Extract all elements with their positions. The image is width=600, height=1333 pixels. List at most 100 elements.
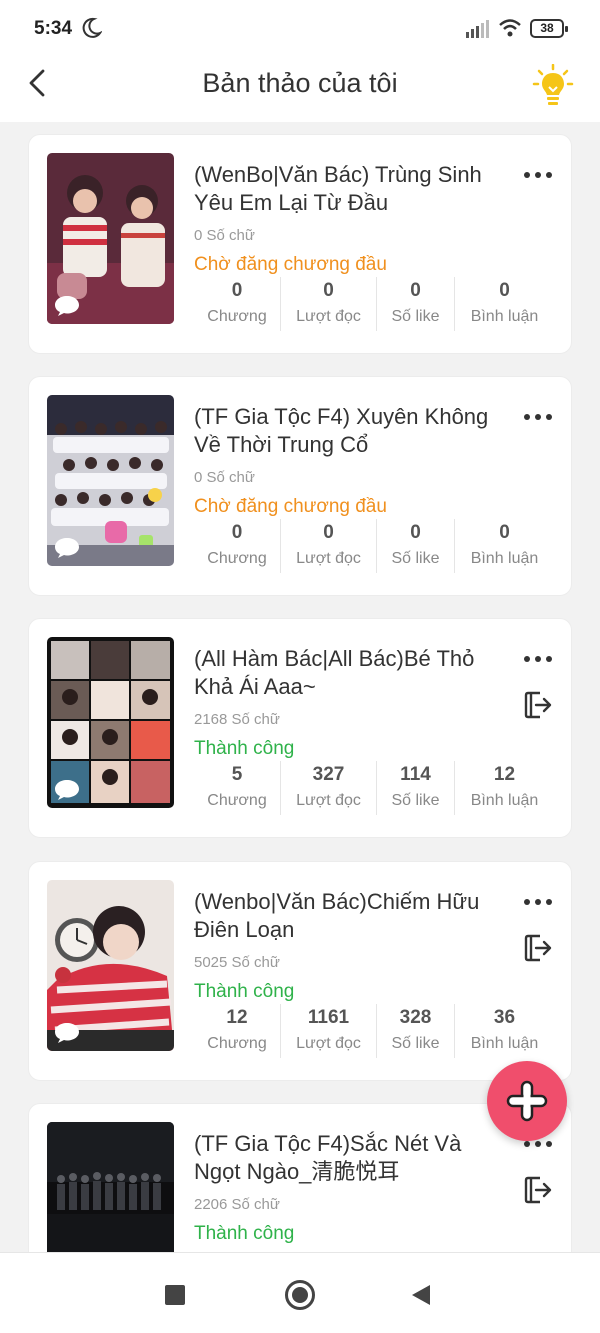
stat-reads-value: 0 xyxy=(323,522,334,543)
stat-likes: 114 Số like xyxy=(376,761,454,815)
stat-chapters-value: 0 xyxy=(231,280,243,301)
stat-reads-value: 0 xyxy=(323,280,334,301)
draft-card[interactable]: (Wenbo|Văn Bác)Chiếm Hữu Điên Loạn 5025 … xyxy=(28,861,572,1081)
book-cover[interactable] xyxy=(47,395,174,566)
chat-bubble-icon xyxy=(55,1023,79,1043)
stat-reads-value: 327 xyxy=(312,764,345,785)
signal-icon xyxy=(466,20,489,38)
word-count: 2206 Số chữ xyxy=(194,1196,280,1213)
draft-card[interactable]: (TF Gia Tộc F4)Sắc Nét Và Ngọt Ngào_清脆悦耳… xyxy=(28,1103,572,1252)
stat-comments-label: Bình luận xyxy=(470,550,539,567)
stat-comments-value: 12 xyxy=(493,764,516,785)
stat-comments-value: 0 xyxy=(499,280,510,301)
stat-chapters-value: 0 xyxy=(231,522,243,543)
stat-reads-label: Lượt đọc xyxy=(296,308,361,325)
plus-icon xyxy=(506,1080,548,1122)
header: Bản thảo của tôi xyxy=(0,58,600,122)
stat-reads-label: Lượt đọc xyxy=(296,550,361,567)
stat-likes-label: Số like xyxy=(391,792,440,809)
draft-card[interactable]: (WenBo|Văn Bác) Trùng Sinh Yêu Em Lại Từ… xyxy=(28,134,572,354)
more-options-icon[interactable] xyxy=(523,165,553,185)
stat-comments: 0 Bình luận xyxy=(454,519,554,573)
system-nav-bar xyxy=(0,1252,600,1333)
moon-icon xyxy=(82,17,102,38)
stat-reads: 0 Lượt đọc xyxy=(280,277,376,331)
word-count: 0 Số chữ xyxy=(194,469,255,486)
draft-card[interactable]: (TF Gia Tộc F4) Xuyên Không Về Thời Trun… xyxy=(28,376,572,596)
book-title[interactable]: (TF Gia Tộc F4)Sắc Nét Và Ngọt Ngào_清脆悦耳 xyxy=(194,1130,494,1186)
system-back-button[interactable] xyxy=(412,1285,430,1305)
status-time: 5:34 xyxy=(34,18,73,39)
word-count: 5025 Số chữ xyxy=(194,954,280,971)
lightbulb-icon[interactable] xyxy=(532,64,574,108)
status-label: Thành công xyxy=(194,1223,295,1244)
battery-indicator: 38 xyxy=(530,19,568,38)
stat-likes-label: Số like xyxy=(391,308,440,325)
add-draft-button[interactable] xyxy=(487,1061,567,1141)
stat-comments: 12 Bình luận xyxy=(454,761,554,815)
stats-row: 0 Chương 0 Lượt đọc 0 Số like 0 Bình luận xyxy=(194,519,554,573)
wifi-icon xyxy=(499,19,521,37)
chat-bubble-icon xyxy=(55,780,79,800)
stat-chapters: 12 Chương xyxy=(194,1004,280,1058)
stat-chapters: 5 Chương xyxy=(194,761,280,815)
stat-likes-value: 114 xyxy=(400,764,431,785)
status-bar: 5:34 38 xyxy=(0,0,600,58)
stat-comments-value: 0 xyxy=(499,522,510,543)
chat-bubble-icon xyxy=(55,538,79,558)
stat-reads: 0 Lượt đọc xyxy=(280,519,376,573)
book-cover[interactable] xyxy=(47,637,174,808)
more-options-icon[interactable] xyxy=(523,407,553,427)
stat-likes-label: Số like xyxy=(391,550,440,567)
stat-chapters-label: Chương xyxy=(207,792,267,809)
stat-likes: 328 Số like xyxy=(376,1004,454,1058)
stat-chapters: 0 Chương xyxy=(194,519,280,573)
export-icon[interactable] xyxy=(522,689,554,721)
export-icon[interactable] xyxy=(522,932,554,964)
book-title[interactable]: (WenBo|Văn Bác) Trùng Sinh Yêu Em Lại Từ… xyxy=(194,161,494,217)
stat-comments-value: 36 xyxy=(493,1007,516,1028)
stat-chapters: 0 Chương xyxy=(194,277,280,331)
book-title[interactable]: (TF Gia Tộc F4) Xuyên Không Về Thời Trun… xyxy=(194,403,494,459)
home-button[interactable] xyxy=(285,1280,315,1310)
stat-reads: 327 Lượt đọc xyxy=(280,761,376,815)
stat-likes: 0 Số like xyxy=(376,277,454,331)
stat-comments-label: Bình luận xyxy=(470,308,539,325)
stat-likes: 0 Số like xyxy=(376,519,454,573)
chat-bubble-icon xyxy=(55,296,79,316)
book-cover[interactable] xyxy=(47,1122,174,1252)
stat-chapters-value: 12 xyxy=(226,1007,248,1028)
stat-comments-label: Bình luận xyxy=(470,792,539,809)
stats-row: 5 Chương 327 Lượt đọc 114 Số like 12 Bình lu… xyxy=(194,761,554,815)
stat-likes-value: 328 xyxy=(399,1007,432,1028)
more-options-icon[interactable] xyxy=(523,892,553,912)
stat-chapters-value: 5 xyxy=(231,764,243,785)
stat-reads: 1161 Lượt đọc xyxy=(280,1004,376,1058)
word-count: 2168 Số chữ xyxy=(194,711,280,728)
stat-likes-label: Số like xyxy=(391,1035,440,1052)
book-title[interactable]: (Wenbo|Văn Bác)Chiếm Hữu Điên Loạn xyxy=(194,888,494,944)
word-count: 0 Số chữ xyxy=(194,227,255,244)
draft-card[interactable]: (All Hàm Bác|All Bác)Bé Thỏ Khả Ái Aaa~ … xyxy=(28,618,572,838)
export-icon[interactable] xyxy=(522,1174,554,1206)
book-cover[interactable] xyxy=(47,880,174,1051)
recents-button[interactable] xyxy=(165,1285,185,1305)
status-label: Chờ đăng chương đầu xyxy=(194,254,387,275)
stat-likes-value: 0 xyxy=(410,522,421,543)
stat-reads-label: Lượt đọc xyxy=(296,1035,361,1052)
more-options-icon[interactable] xyxy=(523,649,553,669)
stats-row: 0 Chương 0 Lượt đọc 0 Số like 0 Bình luận xyxy=(194,277,554,331)
stat-comments: 0 Bình luận xyxy=(454,277,554,331)
status-label: Thành công xyxy=(194,981,295,1002)
stat-likes-value: 0 xyxy=(410,280,421,301)
status-label: Chờ đăng chương đầu xyxy=(194,496,387,517)
stat-chapters-label: Chương xyxy=(207,550,267,567)
book-cover[interactable] xyxy=(47,153,174,324)
stat-comments-label: Bình luận xyxy=(470,1035,539,1052)
stat-reads-value: 1161 xyxy=(307,1007,350,1028)
book-title[interactable]: (All Hàm Bác|All Bác)Bé Thỏ Khả Ái Aaa~ xyxy=(194,645,494,701)
status-label: Thành công xyxy=(194,738,295,759)
stat-chapters-label: Chương xyxy=(207,1035,267,1052)
page-title: Bản thảo của tôi xyxy=(202,68,398,98)
stat-comments: 36 Bình luận xyxy=(454,1004,554,1058)
